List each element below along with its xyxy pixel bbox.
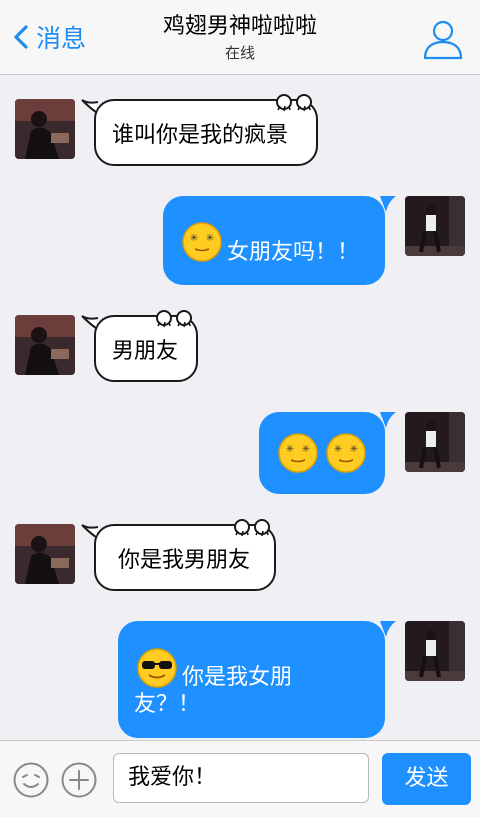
bubble-tail xyxy=(380,196,396,212)
sunglasses-face-icon xyxy=(137,648,177,688)
message-text: 你是我男朋友 xyxy=(118,547,251,573)
add-icon[interactable] xyxy=(61,762,97,798)
message-text: 男朋友 xyxy=(112,338,179,364)
chevron-left-icon xyxy=(14,25,28,49)
contact-avatar[interactable] xyxy=(15,524,75,584)
message-text: 女朋友吗！！ xyxy=(227,240,360,265)
message-text: 谁叫你是我的疯景 xyxy=(112,122,289,148)
self-avatar[interactable] xyxy=(405,196,465,256)
back-button[interactable]: 消息 xyxy=(12,20,86,54)
message-bubble-outgoing[interactable]: ✳ ✳ ✳ ✳ xyxy=(259,412,385,494)
bubble-tail xyxy=(380,621,396,637)
dizzy-face-icon: ✳ ✳ xyxy=(278,433,318,473)
self-avatar[interactable] xyxy=(405,412,465,472)
send-button[interactable]: 发送 xyxy=(382,753,471,805)
bubble-tail xyxy=(81,524,98,538)
contact-avatar[interactable] xyxy=(15,99,75,159)
bubble-tail xyxy=(380,412,396,428)
online-status: 在线 xyxy=(224,44,255,62)
profile-icon[interactable] xyxy=(420,16,466,62)
svg-text:✳: ✳ xyxy=(190,233,198,244)
bubble-ornament-icon xyxy=(156,310,192,328)
bubble-ornament-icon xyxy=(234,519,270,537)
dizzy-face-icon: ✳ ✳ xyxy=(326,433,366,473)
bubble-tail xyxy=(81,99,98,113)
svg-text:✳: ✳ xyxy=(334,444,342,455)
svg-text:✳: ✳ xyxy=(206,233,214,244)
bubble-ornament-icon xyxy=(276,94,312,112)
title-block: 鸡翅男神啦啦啦 在线 xyxy=(110,12,370,64)
contact-avatar[interactable] xyxy=(15,315,75,375)
svg-text:✳: ✳ xyxy=(286,444,294,455)
dizzy-face-icon: ✳ ✳ xyxy=(182,222,222,262)
svg-text:✳: ✳ xyxy=(302,444,310,455)
chat-header: 消息 鸡翅男神啦啦啦 在线 xyxy=(0,0,480,75)
input-bar: 我爱你！ 发送 xyxy=(0,740,480,817)
bubble-tail xyxy=(81,315,98,329)
message-bubble-outgoing[interactable]: ✳ ✳ 女朋友吗！！ xyxy=(163,196,385,285)
message-bubble-outgoing[interactable]: 你是我女朋 友？！ xyxy=(118,621,385,738)
contact-name: 鸡翅男神啦啦啦 xyxy=(162,14,317,39)
message-input[interactable]: 我爱你！ xyxy=(113,753,369,803)
emoji-picker-icon[interactable] xyxy=(13,762,49,798)
self-avatar[interactable] xyxy=(405,621,465,681)
svg-text:✳: ✳ xyxy=(350,444,358,455)
back-label: 消息 xyxy=(36,24,87,53)
message-text-line2: 友？！ xyxy=(134,692,201,717)
